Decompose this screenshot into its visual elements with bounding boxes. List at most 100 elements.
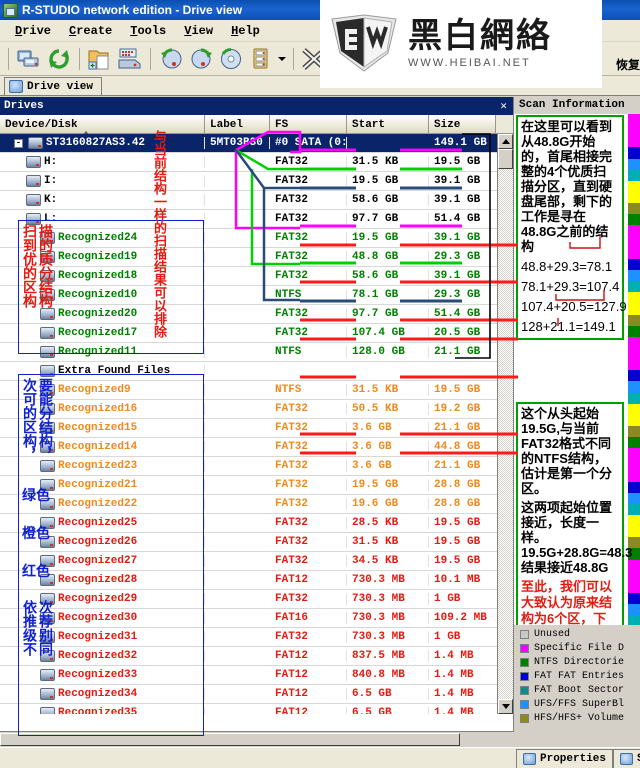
dropdown-arrow-icon[interactable] [277,45,287,73]
table-row[interactable]: Recognized16 FAT32 50.5 KB 19.2 GB [0,400,498,419]
toolbar-separator [293,47,294,70]
row-fs-cell: NTFS [270,384,347,396]
table-row[interactable]: Recognized30 FAT16 730.3 MB 109.2 MB [0,609,498,628]
column-header-fs[interactable]: FS [270,115,347,133]
tab-properties[interactable]: Properties [516,749,614,768]
table-row[interactable]: Recognized26 FAT32 31.5 KB 19.5 GB [0,533,498,552]
legend-label: UFS/FFS SuperBl [534,698,625,710]
expander-icon[interactable]: - [14,138,23,148]
table-row[interactable]: Recognized29 FAT32 730.3 MB 1 GB [0,590,498,609]
table-row[interactable]: Recognized25 FAT32 28.5 KB 19.5 GB [0,514,498,533]
table-row[interactable]: Recognized10 NTFS 78.1 GB 29.3 GB [0,286,498,305]
annotation-orange-col2: 要能分结构， [38,378,54,462]
table-row[interactable]: Recognized24 FAT32 19.5 GB 39.1 GB [0,229,498,248]
row-device-cell: Recognized11 [0,346,205,358]
server-icon[interactable] [247,45,275,73]
table-row[interactable]: Recognized35 FAT12 6.5 GB 1.4 MB [0,704,498,714]
table-row[interactable]: L: FAT32 97.7 GB 51.4 GB [0,210,498,229]
drives-horizontal-scrollbar[interactable] [0,731,514,747]
row-start-cell: 50.5 KB [347,403,429,415]
drives-panel-title: Drives [4,100,44,112]
row-size-cell: 28.8 GB [434,498,481,510]
row-start-cell: 3.6 GB [347,460,429,472]
disk-map-block [628,347,640,360]
table-row[interactable]: Recognized27 FAT32 34.5 KB 19.5 GB [0,552,498,571]
close-icon[interactable]: ✕ [498,99,509,113]
table-row[interactable]: Recognized11 NTFS 128.0 GB 21.1 GB [0,343,498,362]
menu-item-create[interactable]: Create [60,22,121,40]
row-device-label: Recognized11 [58,346,138,358]
cd-burn-icon[interactable] [217,45,245,73]
row-device-label: Recognized35 [58,707,138,714]
table-row[interactable]: Recognized19 FAT32 48.8 GB 29.3 GB [0,248,498,267]
scan-information-panel: Scan Information 在这里可以看到从48.8G开始的，首尾相接完整… [514,97,640,747]
tab-drive-view[interactable]: Drive view [4,77,103,95]
table-row[interactable]: Recognized17 FAT32 107.4 GB 20.5 GB [0,324,498,343]
disk-map-block [628,147,640,159]
table-row[interactable]: Recognized31 FAT32 730.3 MB 1 GB [0,628,498,647]
scroll-down-button[interactable] [498,699,513,714]
column-header-size[interactable]: Size [429,115,496,133]
row-device-label: Recognized32 [58,650,138,662]
disk-map-block [628,125,640,137]
scroll-track[interactable] [498,169,513,699]
scan-panel-body: 在这里可以看到从48.8G开始的，首尾相接完整的4个优质扫描分区，直到硬盘尾部，… [514,114,640,694]
table-row[interactable]: Recognized21 FAT32 19.5 GB 28.8 GB [0,476,498,495]
table-row[interactable]: H: FAT32 31.5 KB 19.5 GB [0,153,498,172]
row-start-cell: 730.3 MB [347,574,429,586]
disk-map-block [628,359,640,371]
table-row[interactable]: Recognized9 NTFS 31.5 KB 19.5 GB [0,381,498,400]
row-start-cell: 6.5 GB [347,707,429,714]
table-row[interactable]: K: FAT32 58.6 GB 39.1 GB [0,191,498,210]
row-start-cell: 3.6 GB [347,422,429,434]
table-row[interactable]: Recognized22 FAT32 19.6 GB 28.8 GB [0,495,498,514]
row-fs-cell: FAT12 [270,707,347,714]
table-row[interactable]: Recognized28 FAT12 730.3 MB 10.1 MB [0,571,498,590]
computer-drives-icon[interactable] [15,45,43,73]
disk-map-block [628,370,640,382]
column-header-start[interactable]: Start [347,115,429,133]
disk-map-block [628,604,640,616]
row-device-label: H: [44,156,58,168]
menu-item-help[interactable]: Help [222,22,269,40]
table-row[interactable]: Recognized23 FAT32 3.6 GB 21.1 GB [0,457,498,476]
row-size-cell: 39.1 GB [434,194,481,206]
column-header-label[interactable]: Label [205,115,270,133]
table-row[interactable]: Recognized32 FAT12 837.5 MB 1.4 MB [0,647,498,666]
scroll-up-button[interactable] [498,134,513,149]
disk-map-block [628,459,640,471]
drives-row-list[interactable]: - ST3160827AS3.42 5MT03B30#0 SATA (0:0) 149… [0,134,498,714]
row-size-cell: 109.2 MB [434,612,487,624]
table-row[interactable]: Recognized14 FAT32 3.6 GB 44.8 GB [0,438,498,457]
table-row[interactable]: Recognized18 FAT32 58.6 GB 39.1 GB [0,267,498,286]
table-row[interactable]: Recognized34 FAT12 6.5 GB 1.4 MB [0,685,498,704]
recover-icon[interactable] [187,45,215,73]
drives-vertical-scrollbar[interactable] [497,134,513,714]
scan-note-1-box: 在这里可以看到从48.8G开始的，首尾相接完整的4个优质扫描分区，直到硬盘尾部，… [516,115,627,340]
row-size-cell: 1.4 MB [434,650,474,662]
row-start-cell: 19.5 GB [347,232,429,244]
table-row[interactable]: Recognized33 FAT12 840.8 MB 1.4 MB [0,666,498,685]
column-header-device[interactable]: Device/Disk [0,115,205,133]
table-row[interactable]: - ST3160827AS3.42 5MT03B30#0 SATA (0:0) 149… [0,134,498,153]
hscroll-thumb[interactable] [0,733,460,746]
table-row[interactable]: I: FAT32 19.5 GB 39.1 GB [0,172,498,191]
table-row[interactable]: Recognized20 FAT32 97.7 GB 51.4 GB [0,305,498,324]
row-size-cell: 21.1 GB [434,422,481,434]
table-row[interactable]: Recognized15 FAT32 3.6 GB 21.1 GB [0,419,498,438]
refresh-icon[interactable] [45,45,73,73]
row-size-cell: 21.1 GB [434,346,481,358]
tab-scan-information[interactable]: S [613,749,640,768]
annotation-green-col1: 扫到优的区构 [22,224,38,308]
row-device-label: Recognized30 [58,612,138,624]
row-size-cell: 51.4 GB [434,213,481,225]
scan-icon[interactable] [157,45,185,73]
scroll-thumb[interactable] [498,149,513,169]
open-image-icon[interactable] [86,45,114,73]
row-device-label: Recognized14 [58,441,138,453]
menu-item-view[interactable]: View [175,22,222,40]
menu-item-drive[interactable]: Drive [6,22,60,40]
menu-item-tools[interactable]: Tools [121,22,175,40]
table-row[interactable]: Extra Found Files [0,362,498,381]
save-image-icon[interactable] [116,45,144,73]
